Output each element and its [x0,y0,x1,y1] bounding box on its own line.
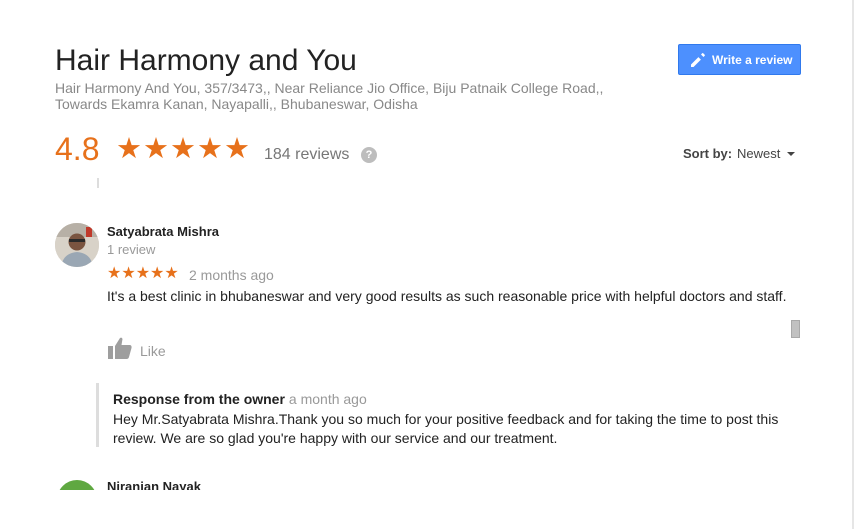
scrollbar-thumb[interactable] [791,320,800,338]
reviewer-review-count: 1 review [107,242,156,257]
next-reviewer-name[interactable]: Niranjan Nayak [107,479,201,490]
next-reviewer-avatar[interactable] [57,480,97,490]
average-rating: 4.8 [55,131,100,167]
previous-review-fragment [97,178,459,188]
write-review-button[interactable]: Write a review [678,44,801,75]
reviewer-avatar[interactable] [55,223,99,267]
like-button-label[interactable]: Like [140,343,166,360]
review-date: 2 months ago [189,267,274,283]
sort-dropdown[interactable]: Newest [737,146,780,162]
review-count-link[interactable]: 184 reviews [264,145,349,165]
rating-stars: ★★★★★ [116,133,251,165]
write-review-label: Write a review [712,52,793,67]
business-address: Hair Harmony And You, 357/3473,, Near Re… [55,80,604,112]
reviews-list: Satyabrata Mishra 1 review ★★★★★ 2 month… [0,178,820,490]
sort-label: Sort by: [683,146,733,161]
owner-response-text: Hey Mr.Satyabrata Mishra.Thank you so mu… [113,411,779,446]
owner-response-date: a month ago [288,391,367,407]
thumbs-up-icon[interactable] [107,336,133,360]
review-text: It's a best clinic in bhubaneswar and ve… [107,288,787,304]
pencil-icon [689,51,707,69]
owner-response-title: Response from the owner a month ago [113,391,367,408]
review-stars: ★★★★★ [107,265,179,282]
help-icon[interactable]: ? [361,147,377,163]
window-edge [852,0,854,529]
owner-response: Response from the owner a month ago Hey M… [96,383,789,447]
owner-response-heading: Response from the owner [113,391,285,407]
caret-down-icon[interactable] [787,152,795,156]
reviewer-name[interactable]: Satyabrata Mishra [107,224,219,240]
business-title: Hair Harmony and You [55,44,357,77]
